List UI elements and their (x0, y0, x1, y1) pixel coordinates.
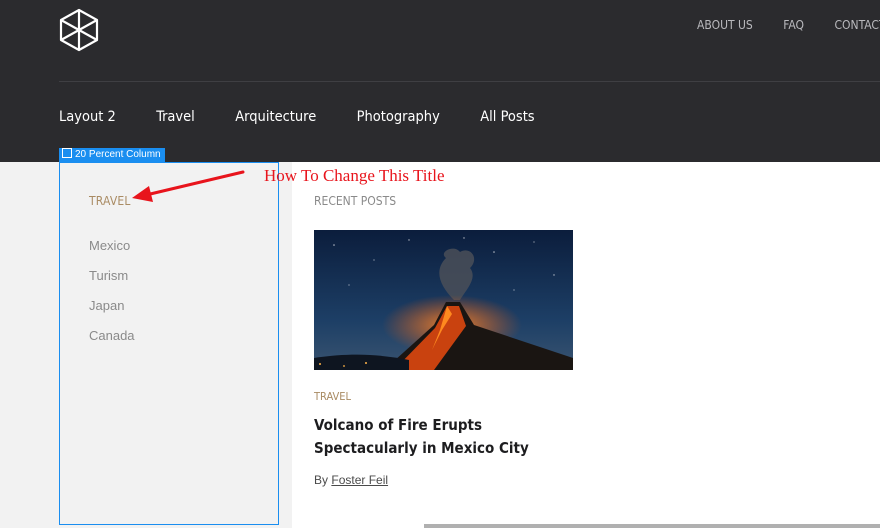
category-item-japan[interactable]: Japan (89, 298, 135, 328)
sidebar-widget-title: TRAVEL (89, 194, 131, 208)
column-square-icon (62, 148, 72, 158)
post-category[interactable]: TRAVEL (314, 390, 351, 403)
nav-about-us[interactable]: ABOUT US (697, 18, 753, 32)
nav-arquitecture[interactable]: Arquitecture (235, 109, 316, 125)
cube-logo-icon[interactable] (58, 8, 100, 52)
post-image[interactable] (314, 230, 573, 370)
column-badge[interactable]: 20 Percent Column (59, 148, 165, 162)
annotation-text: How To Change This Title (264, 166, 445, 185)
post-title[interactable]: Volcano of Fire Erupts Spectacularly in … (314, 414, 584, 460)
site-header: ABOUT US FAQ CONTACT US Layout 2 Travel … (0, 0, 880, 162)
main-nav: Layout 2 Travel Arquitecture Photography… (59, 108, 571, 126)
header-divider (59, 81, 880, 82)
post-byline: By Foster Feil (314, 473, 388, 487)
nav-photography[interactable]: Photography (357, 109, 440, 125)
nav-layout-2[interactable]: Layout 2 (59, 109, 116, 125)
recent-posts-title: RECENT POSTS (314, 194, 397, 208)
column-badge-label: 20 Percent Column (75, 149, 161, 160)
nav-all-posts[interactable]: All Posts (480, 109, 534, 125)
byline-prefix: By (314, 473, 329, 487)
top-nav: ABOUT US FAQ CONTACT US (697, 16, 880, 34)
scroll-indicator[interactable] (424, 524, 880, 528)
nav-contact-us[interactable]: CONTACT US (834, 18, 880, 32)
nav-faq[interactable]: FAQ (783, 18, 804, 32)
category-item-turism[interactable]: Turism (89, 268, 135, 298)
author-link[interactable]: Foster Feil (331, 473, 388, 487)
category-item-mexico[interactable]: Mexico (89, 238, 135, 268)
nav-travel[interactable]: Travel (156, 109, 195, 125)
annotation-arrow-icon (132, 170, 245, 202)
category-item-canada[interactable]: Canada (89, 328, 135, 358)
category-list: Mexico Turism Japan Canada (89, 238, 135, 358)
